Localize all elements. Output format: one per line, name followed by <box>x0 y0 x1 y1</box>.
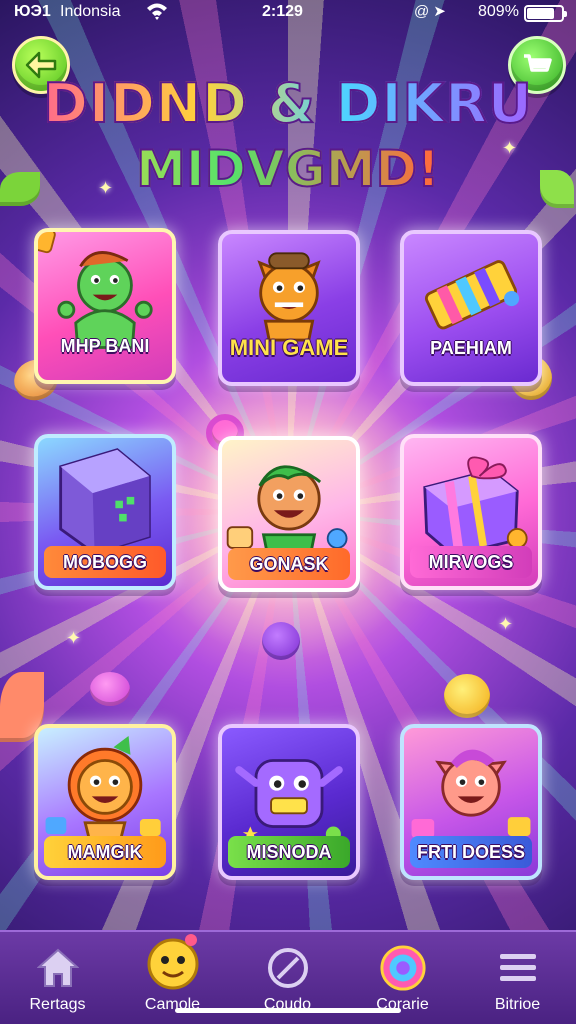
carrier-name: Indonsia <box>60 3 121 20</box>
tile-label: MAMGIK <box>44 836 166 868</box>
menu-icon <box>494 944 542 992</box>
wifi-icon <box>146 2 168 25</box>
nav-item-bitrioe[interactable]: Bitrioe <box>460 932 575 1024</box>
game-tile-9[interactable]: FRTI DOESS <box>400 724 542 880</box>
candy-decoration <box>90 672 130 706</box>
game-tile-3[interactable]: PAEHIAM <box>400 230 542 386</box>
tile-label: MINI GAME <box>229 335 349 360</box>
tile-label: MISNODA <box>228 836 350 868</box>
game-tile-2[interactable]: MINI GAME <box>218 230 360 386</box>
at-icon: @ <box>414 3 434 20</box>
battery-icon <box>524 5 567 22</box>
sparkle-decoration: ✦ <box>66 628 82 649</box>
sparkle-decoration: ✦ <box>498 614 514 635</box>
candy-decoration <box>262 622 300 660</box>
nav-label: Rertags <box>29 996 86 1013</box>
home-indicator <box>175 1008 401 1013</box>
status-bar: ЮЭ1 Indonsia 2:129 @➤ 809% <box>0 0 576 26</box>
game-tile-7[interactable]: MAMGIK <box>34 724 176 880</box>
game-tile-6[interactable]: MIRVOGS <box>400 434 542 590</box>
swirl-orb-icon <box>379 944 427 992</box>
nav-item-home[interactable]: Rertags <box>0 932 115 1024</box>
game-tile-1[interactable]: MHP BANI <box>34 228 176 384</box>
title-line-2: MIDVGMD! <box>0 139 576 199</box>
tile-label: PAEHIAM <box>430 337 512 358</box>
status-icons: @➤ <box>414 2 450 20</box>
game-tile-8[interactable]: MISNODA <box>218 724 360 880</box>
tile-label: MOBOGG <box>44 546 166 578</box>
nav-label: Bitrioe <box>494 996 541 1013</box>
tile-label: MHP BANI <box>60 335 150 356</box>
battery-percent: 809% <box>478 3 519 20</box>
coin-decoration <box>444 674 490 718</box>
title-line-1: DIDND & DIKRU <box>0 71 576 136</box>
mascot-icon <box>143 928 203 992</box>
game-tile-4[interactable]: MOBOGG <box>34 434 176 590</box>
signal-indicator: ЮЭ1 <box>14 3 51 20</box>
clock: 2:129 <box>262 3 303 20</box>
tile-label: FRTI DOESS <box>410 836 532 868</box>
game-tile-5[interactable]: GONASK <box>218 436 360 592</box>
no-entry-icon <box>264 944 312 992</box>
tile-label: GONASK <box>228 548 350 580</box>
home-icon <box>34 944 82 992</box>
tile-label: MIRVOGS <box>410 546 532 578</box>
location-icon: ➤ <box>433 3 450 20</box>
